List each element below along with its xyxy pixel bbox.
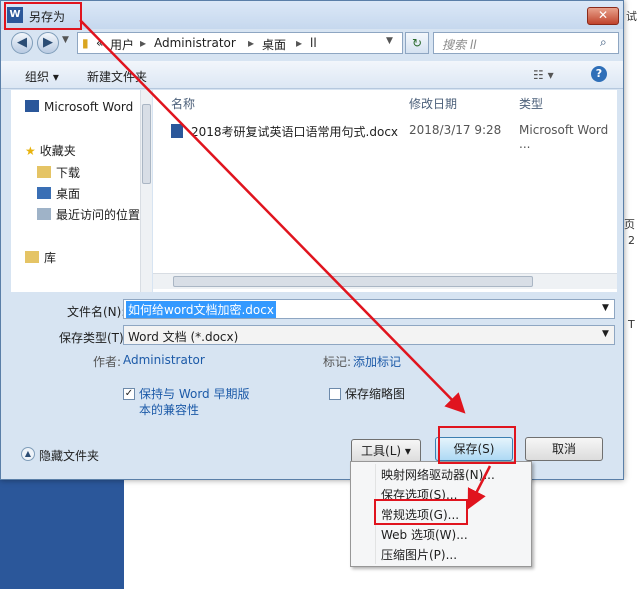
- annotation-arrows: [79, 19, 492, 510]
- arrow-to-save: [79, 19, 466, 414]
- arrow-to-general-options: [467, 465, 492, 510]
